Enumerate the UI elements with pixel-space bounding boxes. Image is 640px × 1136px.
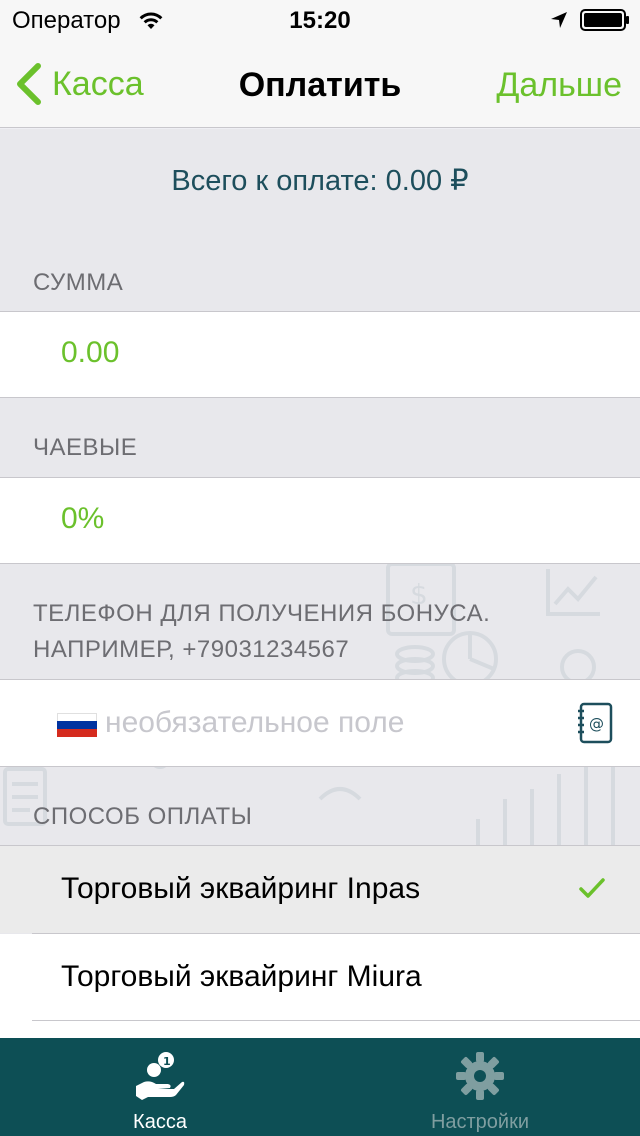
payment-option-label: Торговый эквайринг Miura <box>61 960 422 993</box>
russia-flag-icon[interactable] <box>57 713 97 737</box>
tips-value[interactable]: 0% <box>61 502 104 536</box>
navigation-bar: Касса Оплатить Дальше <box>0 40 640 128</box>
tab-kassa-label: Касса <box>133 1111 187 1133</box>
location-arrow-icon <box>551 12 567 28</box>
amount-value[interactable]: 0.00 <box>61 336 119 370</box>
contacts-book-icon[interactable]: @ <box>577 702 615 744</box>
back-button-label: Касса <box>52 64 144 103</box>
svg-text:@: @ <box>589 715 604 733</box>
status-bar: Оператор 15:20 <box>0 0 640 40</box>
checkmark-icon <box>579 878 605 898</box>
tips-section-header: ЧАЕВЫЕ <box>33 434 138 461</box>
next-button[interactable]: Дальше <box>496 66 622 105</box>
gear-icon <box>456 1052 504 1100</box>
tab-settings-label: Настройки <box>430 1111 530 1133</box>
phone-input[interactable] <box>105 700 555 746</box>
back-button[interactable]: Касса <box>14 62 144 106</box>
payment-option-label: Торговый эквайринг Inpas <box>61 872 421 905</box>
tab-bar: 1 Касса Настройки <box>0 1038 640 1136</box>
cash-hand-icon: 1 <box>136 1052 185 1100</box>
tab-kassa[interactable]: 1 Касса <box>0 1038 320 1136</box>
payment-option-inpas[interactable]: Торговый эквайринг Inpas <box>0 846 640 933</box>
amount-row[interactable]: 0.00 <box>0 311 640 398</box>
phone-row: @ <box>0 679 640 767</box>
amount-section-header: СУММА <box>33 269 124 296</box>
tab-settings[interactable]: Настройки <box>320 1038 640 1136</box>
payment-option-partial <box>0 1021 640 1038</box>
payment-option-miura[interactable]: Торговый эквайринг Miura <box>0 934 640 1021</box>
phone-section-header-line2: НАПРИМЕР, +79031234567 <box>33 636 350 663</box>
payment-method-section-header: СПОСОБ ОПЛАТЫ <box>33 803 253 830</box>
battery-icon <box>580 9 629 31</box>
svg-text:1: 1 <box>163 1055 171 1068</box>
total-amount-label: Всего к оплате: 0.00 ₽ <box>171 165 469 197</box>
chevron-left-icon <box>17 63 41 105</box>
tips-row[interactable]: 0% <box>0 477 640 564</box>
clock: 15:20 <box>289 7 351 34</box>
